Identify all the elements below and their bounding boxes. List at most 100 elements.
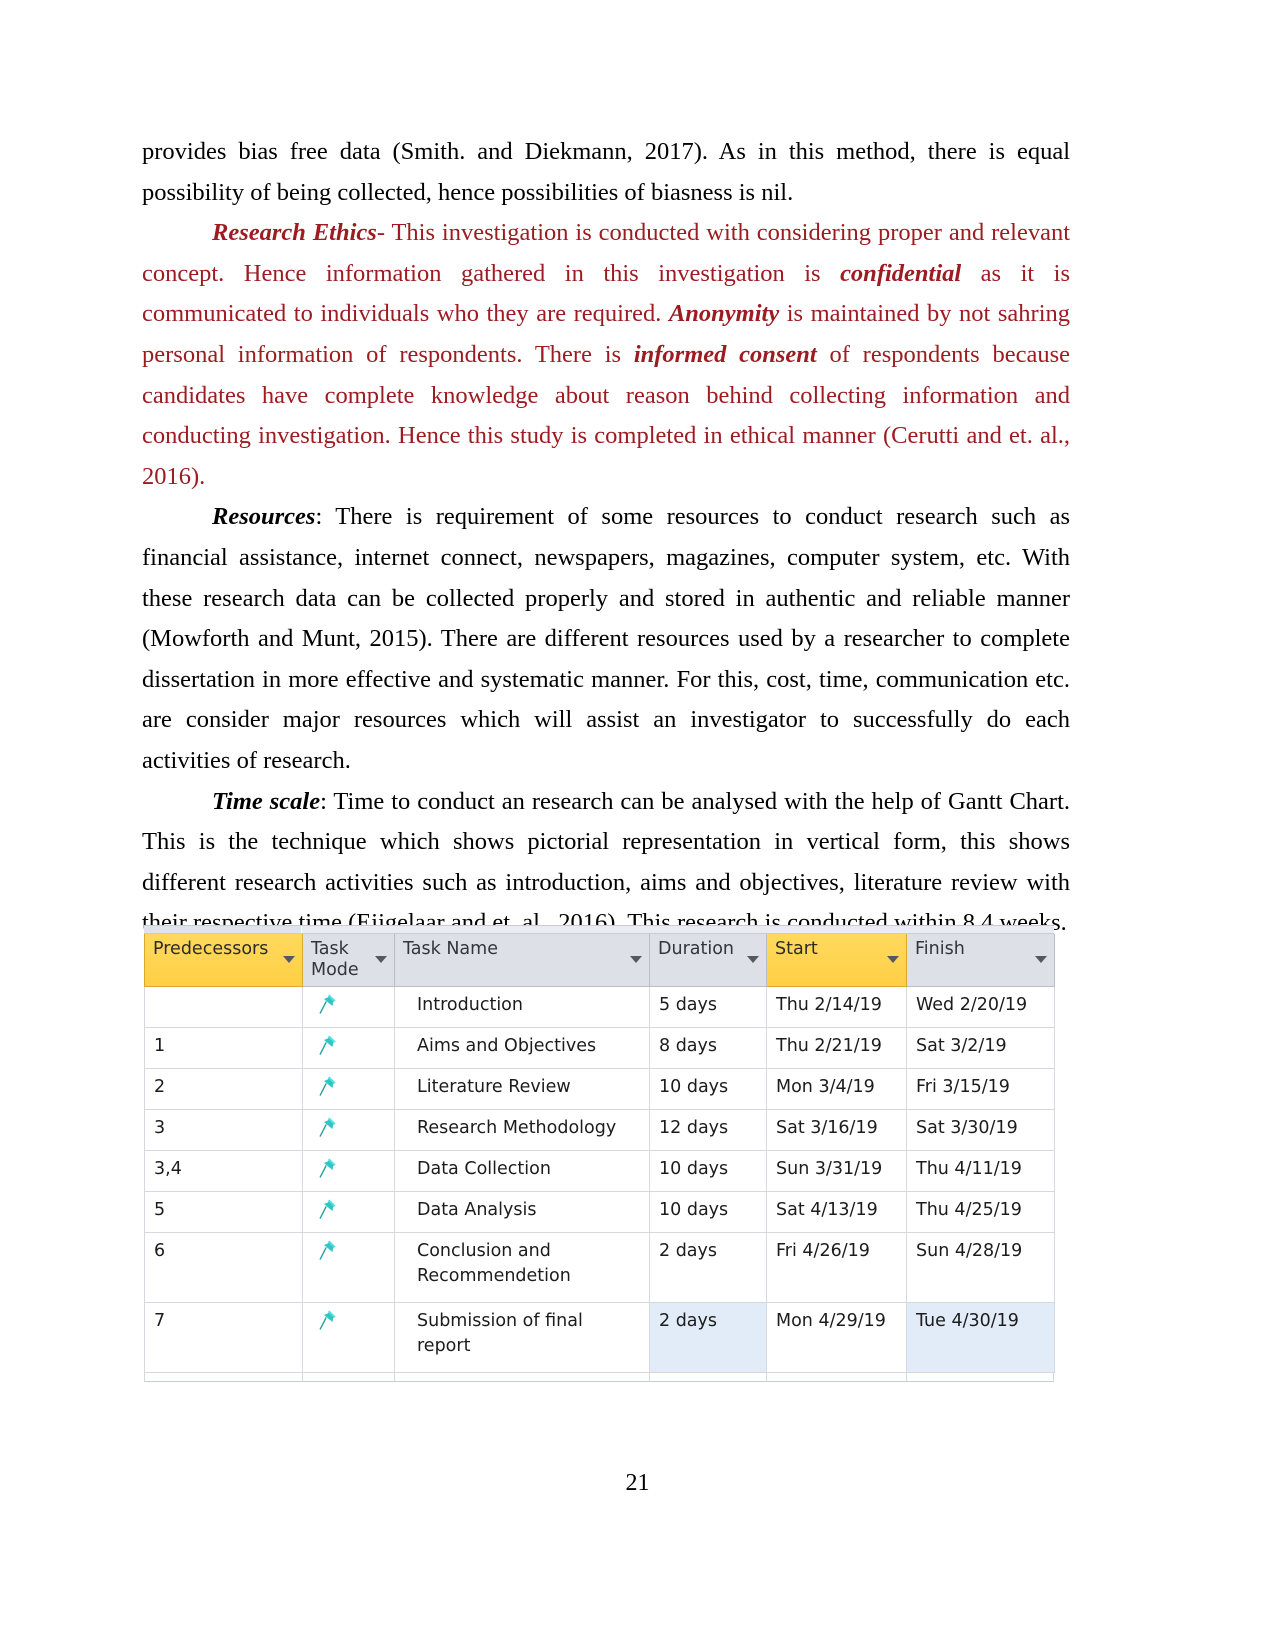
emphasis-run: Research Ethics (212, 219, 377, 247)
gantt-table-top-rail (144, 925, 1054, 934)
paragraph-provides-bias-free-data: provides bias free data (Smith. and Diek… (142, 132, 1070, 213)
cell-finish[interactable]: Sun 4/28/19 (906, 1231, 1055, 1303)
cell-task-name[interactable]: Data Collection (394, 1149, 650, 1192)
gantt-table-bottom-rail (144, 1372, 1054, 1382)
chevron-down-icon[interactable] (283, 956, 295, 963)
pushpin-icon (317, 1157, 337, 1179)
page-number: 21 (625, 1470, 650, 1496)
table-body: Introduction 5 days Thu 2/14/19 Wed 2/20/19… (144, 985, 1055, 1373)
cell-predecessors[interactable]: 3,4 (144, 1149, 303, 1192)
cell-task-name[interactable]: Literature Review (394, 1067, 650, 1110)
cell-predecessors[interactable] (144, 985, 303, 1028)
cell-finish[interactable]: Tue 4/30/19 (906, 1301, 1055, 1373)
cell-start[interactable]: Thu 2/21/19 (766, 1026, 907, 1069)
chevron-down-icon[interactable] (887, 956, 899, 963)
cell-task-name[interactable]: Conclusion and Recommendetion (394, 1231, 650, 1303)
emphasis-run: Anonymity (668, 300, 780, 328)
table-row[interactable]: 5 Data Analysis 10 days Sat 4/13/19 Thu 4/25… (144, 1190, 1055, 1233)
document-page: provides bias free data (Smith. and Diek… (0, 0, 1275, 1650)
table-row[interactable]: 3 Research Methodology 12 days Sat 3/16/19 S… (144, 1108, 1055, 1151)
column-header-label: Duration (658, 939, 735, 959)
cell-duration[interactable]: 2 days (649, 1231, 767, 1303)
cell-duration[interactable]: 10 days (649, 1190, 767, 1233)
cell-finish[interactable]: Wed 2/20/19 (906, 985, 1055, 1028)
cell-task-mode[interactable] (302, 1231, 395, 1303)
column-header-task_name[interactable]: Task Name (394, 934, 650, 987)
cell-start[interactable]: Sat 4/13/19 (766, 1190, 907, 1233)
cell-duration[interactable]: 5 days (649, 985, 767, 1028)
pushpin-icon (317, 1075, 337, 1097)
cell-finish[interactable]: Thu 4/11/19 (906, 1149, 1055, 1192)
pushpin-icon (317, 1309, 337, 1331)
cell-finish[interactable]: Sat 3/30/19 (906, 1108, 1055, 1151)
cell-duration[interactable]: 10 days (649, 1067, 767, 1110)
cell-predecessors[interactable]: 3 (144, 1108, 303, 1151)
emphasis-run: Resources (212, 503, 316, 531)
cell-start[interactable]: Fri 4/26/19 (766, 1231, 907, 1303)
cell-predecessors[interactable]: 1 (144, 1026, 303, 1069)
cell-task-mode[interactable] (302, 1067, 395, 1110)
column-header-predecessors[interactable]: Predecessors (144, 934, 303, 987)
cell-task-mode[interactable] (302, 1301, 395, 1373)
cell-duration[interactable]: 8 days (649, 1026, 767, 1069)
column-header-start[interactable]: Start (766, 934, 907, 987)
cell-task-name[interactable]: Data Analysis (394, 1190, 650, 1233)
text-run: provides bias free data (Smith. and Diek… (142, 138, 1070, 206)
cell-task-name[interactable]: Research Methodology (394, 1108, 650, 1151)
table-row[interactable]: 1 Aims and Objectives 8 days Thu 2/21/19 Sat… (144, 1026, 1055, 1069)
cell-task-name[interactable]: Submission of final report (394, 1301, 650, 1373)
emphasis-run: confidential (840, 259, 962, 287)
table-row[interactable]: 2 Literature Review 10 days Mon 3/4/19 Fri 3… (144, 1067, 1055, 1110)
cell-task-name[interactable]: Introduction (394, 985, 650, 1028)
cell-duration[interactable]: 10 days (649, 1149, 767, 1192)
table-row[interactable]: Introduction 5 days Thu 2/14/19 Wed 2/20/19 (144, 985, 1055, 1028)
pushpin-icon (317, 1034, 337, 1056)
column-header-label: Finish (915, 939, 965, 959)
gantt-chart-table-screenshot: Predecessors Task Mode Task Name Duration St… (144, 925, 1055, 1382)
cell-start[interactable]: Sat 3/16/19 (766, 1108, 907, 1151)
cell-task-mode[interactable] (302, 985, 395, 1028)
chevron-down-icon[interactable] (747, 956, 759, 963)
column-header-task_mode[interactable]: Task Mode (302, 934, 395, 987)
cell-predecessors[interactable]: 2 (144, 1067, 303, 1110)
cell-start[interactable]: Sun 3/31/19 (766, 1149, 907, 1192)
column-header-duration[interactable]: Duration (649, 934, 767, 987)
chevron-down-icon[interactable] (1035, 956, 1047, 963)
column-header-label: Task Name (403, 939, 498, 959)
table-row[interactable]: 6 Conclusion and Recommendetion 2 days Fri … (144, 1231, 1055, 1303)
cell-predecessors[interactable]: 7 (144, 1301, 303, 1373)
table-row[interactable]: 3,4 Data Collection 10 days Sun 3/31/19 Thu … (144, 1149, 1055, 1192)
cell-task-mode[interactable] (302, 1149, 395, 1192)
rail-divider (394, 1372, 395, 1381)
cell-finish[interactable]: Thu 4/25/19 (906, 1190, 1055, 1233)
rail-divider (906, 1372, 907, 1381)
cell-predecessors[interactable]: 5 (144, 1190, 303, 1233)
pushpin-icon (317, 1198, 337, 1220)
pushpin-icon (317, 1239, 337, 1261)
rail-divider (766, 1372, 767, 1381)
rail-divider (302, 1372, 303, 1381)
cell-task-mode[interactable] (302, 1026, 395, 1069)
emphasis-run: Time scale (212, 787, 321, 815)
cell-task-mode[interactable] (302, 1108, 395, 1151)
cell-predecessors[interactable]: 6 (144, 1231, 303, 1303)
table-row[interactable]: 7 Submission of final report 2 days Mon 4/2… (144, 1301, 1055, 1373)
cell-duration[interactable]: 2 days (649, 1301, 767, 1373)
text-run: : There is requirement of some resources… (142, 503, 1070, 774)
column-header-label: Start (775, 939, 818, 959)
paragraph-time-scale: Time scale: Time to conduct an research … (142, 782, 1070, 944)
paragraph-research-ethics: Research Ethics- This investigation is c… (142, 213, 1070, 497)
cell-task-mode[interactable] (302, 1190, 395, 1233)
chevron-down-icon[interactable] (630, 956, 642, 963)
cell-start[interactable]: Thu 2/14/19 (766, 985, 907, 1028)
cell-start[interactable]: Mon 3/4/19 (766, 1067, 907, 1110)
emphasis-run: informed consent (633, 340, 817, 368)
pushpin-icon (317, 993, 337, 1015)
cell-duration[interactable]: 12 days (649, 1108, 767, 1151)
cell-finish[interactable]: Fri 3/15/19 (906, 1067, 1055, 1110)
chevron-down-icon[interactable] (375, 956, 387, 963)
cell-finish[interactable]: Sat 3/2/19 (906, 1026, 1055, 1069)
cell-task-name[interactable]: Aims and Objectives (394, 1026, 650, 1069)
cell-start[interactable]: Mon 4/29/19 (766, 1301, 907, 1373)
column-header-finish[interactable]: Finish (906, 934, 1055, 987)
